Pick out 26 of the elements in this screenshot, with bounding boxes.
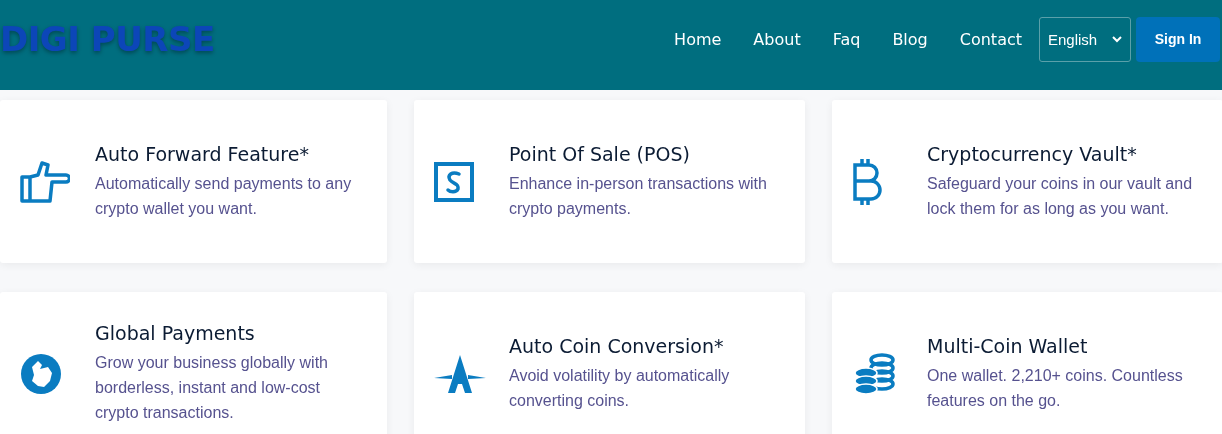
nav-link[interactable]: Blog [876,29,944,49]
feature-title: Auto Coin Conversion* [509,334,725,357]
feature-title: Auto Forward Feature* [95,142,310,165]
feature-description: Safeguard your coins in our vault and lock them for as long as you want. [927,173,1194,219]
coin-stacks-icon [852,352,896,395]
feature-description: Automatically send payments to any crypto wallet you want. [95,173,353,219]
feature-description: One wallet. 2,210+ coins. Countless features on the go. [927,365,1184,411]
nav-link[interactable]: Contact [943,29,1038,49]
feature-title: Point Of Sale (POS) [509,142,691,165]
nav-link[interactable]: Home [658,29,738,49]
nav-link[interactable]: Faq [816,29,877,49]
feature-title: Global Payments [95,322,256,344]
nav-link[interactable]: About [737,29,817,49]
language-select[interactable]: English [1039,16,1131,62]
feature-description: Grow your business globally with borderless, instant and low-cost crypto transactions. [95,353,329,423]
pointing-hand-icon [20,160,70,203]
feature-description: Enhance in-person transactions with crypto payments. [509,173,768,219]
feature-title: Multi-Coin Wallet [927,334,1089,357]
feature-title: Cryptocurrency Vault* [927,142,1138,165]
letter-a-logo-icon [434,354,486,393]
sign-in-button[interactable]: Sign In [1136,16,1220,62]
caret-icon [1112,35,1122,43]
globe-icon [20,352,62,395]
dollar-square-icon [434,161,474,202]
bitcoin-icon [852,157,884,206]
feature-description: Avoid volatility by automatically converting coins. [509,365,731,411]
